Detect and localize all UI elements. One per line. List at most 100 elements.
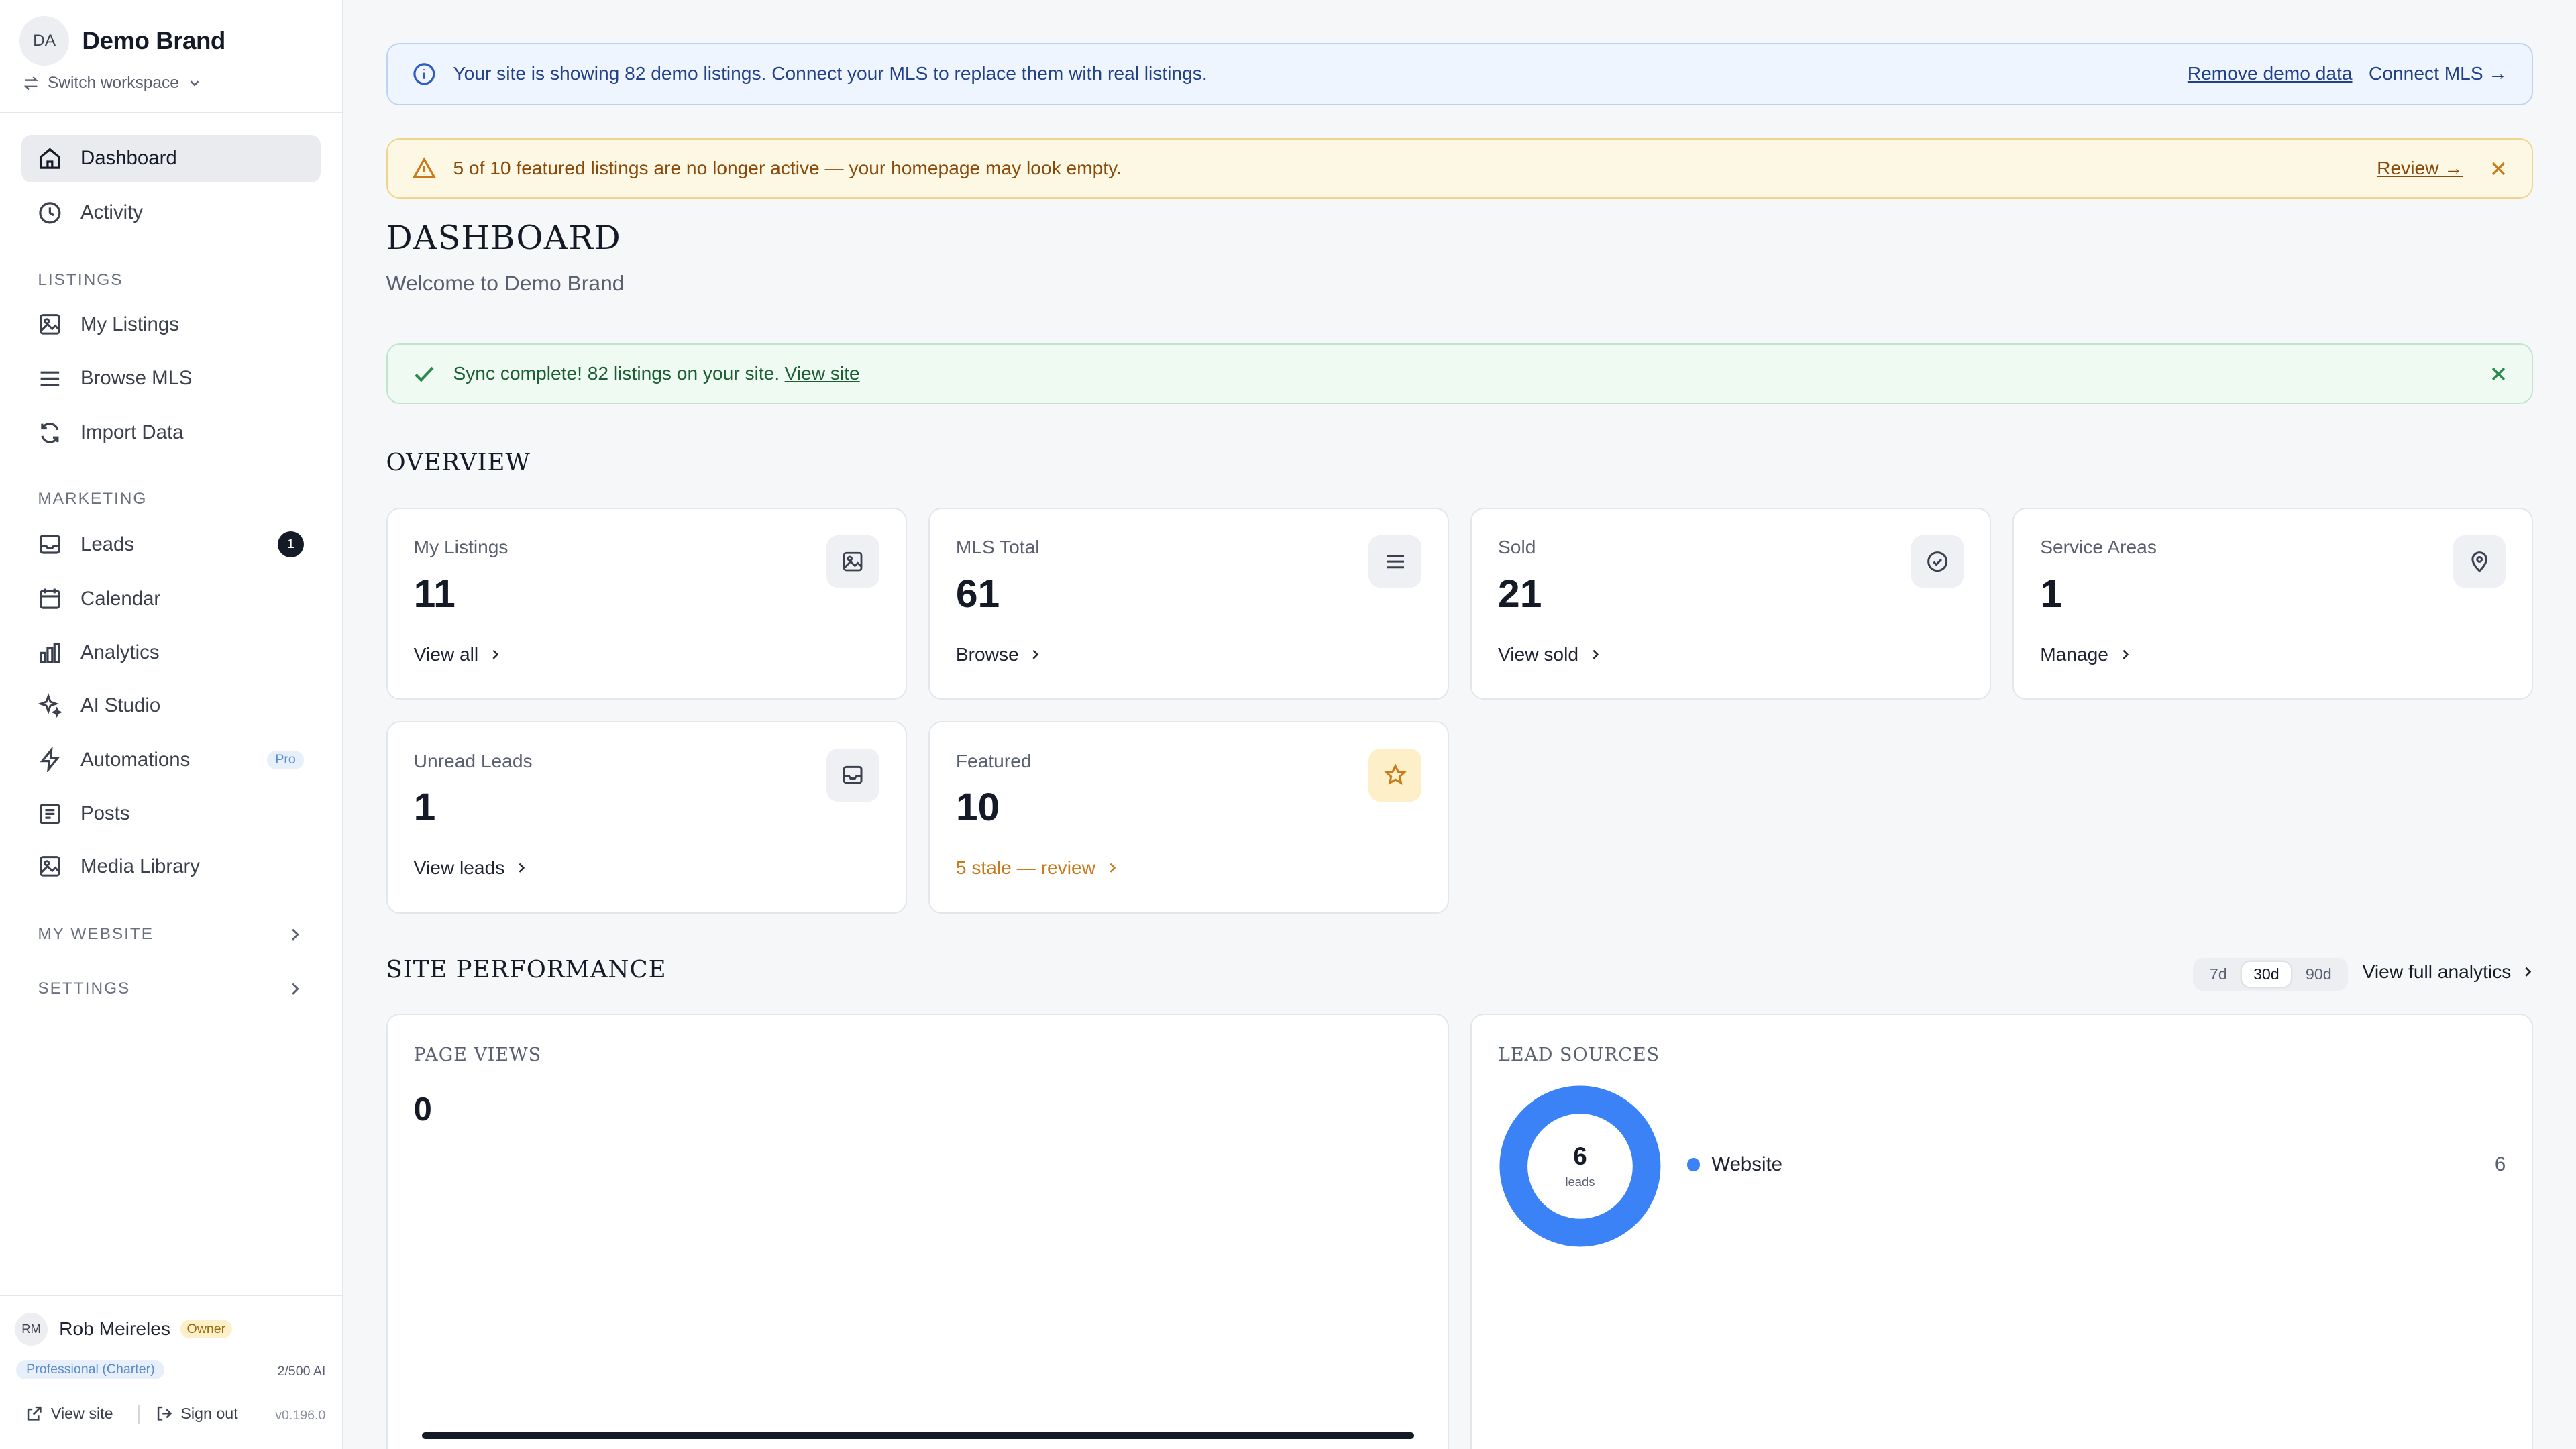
stale-review-link[interactable]: 5 stale — review <box>956 857 1118 879</box>
sign-out-label: Sign out <box>180 1404 238 1422</box>
remove-demo-data-link[interactable]: Remove demo data <box>2188 63 2353 85</box>
image-icon <box>40 314 60 335</box>
nav-section-label: MY WEBSITE <box>38 924 154 943</box>
chevron-right-icon <box>1032 649 1039 659</box>
nav-section-settings[interactable]: SETTINGS <box>38 979 307 998</box>
demo-data-banner: Your site is showing 82 demo listings. C… <box>386 42 2534 105</box>
sidebar-item-browse-mls[interactable]: Browse MLS <box>21 355 321 402</box>
workspace-name: Demo Brand <box>82 27 225 55</box>
user-profile[interactable]: RM Rob Meireles Owner <box>15 1312 232 1346</box>
chevron-right-icon[interactable] <box>286 926 303 943</box>
page-views-chart-line <box>421 1432 1415 1439</box>
plan-badge: Professional (Charter) <box>16 1360 165 1379</box>
footer-divider <box>138 1404 140 1425</box>
chevron-right-icon <box>2525 967 2532 977</box>
stat-card-sold: Sold 21 View sold <box>1470 507 1992 700</box>
view-all-link[interactable]: View all <box>414 644 502 665</box>
lead-sources-donut: 6 leads <box>1499 1085 1661 1247</box>
range-option-7d[interactable]: 7d <box>2198 962 2239 987</box>
view-site-link[interactable]: View site <box>785 363 860 384</box>
avatar: RM <box>15 1312 48 1346</box>
site-performance-heading: SITE PERFORMANCE <box>386 956 667 984</box>
app-version: v0.196.0 <box>275 1407 326 1423</box>
workspace-avatar: DA <box>19 16 69 66</box>
browse-link[interactable]: Browse <box>956 644 1042 665</box>
stat-card-unread-leads: Unread Leads 1 View leads <box>386 721 907 914</box>
panel-title: PAGE VIEWS <box>413 1044 542 1066</box>
chevron-right-icon <box>519 863 525 873</box>
sidebar-item-label: Dashboard <box>80 147 177 170</box>
view-leads-link[interactable]: View leads <box>414 857 528 879</box>
close-icon[interactable] <box>2489 365 2508 383</box>
sidebar-item-activity[interactable]: Activity <box>21 189 321 237</box>
review-link[interactable]: Review → <box>2377 158 2463 179</box>
sign-out-button[interactable]: Sign out <box>156 1405 238 1423</box>
stat-icon-box <box>2453 535 2506 588</box>
pro-badge: Pro <box>267 750 305 769</box>
sign-out-icon <box>157 1406 172 1421</box>
view-full-analytics-link[interactable]: View full analytics <box>2363 961 2534 983</box>
inbox-icon <box>843 766 863 784</box>
stat-value: 10 <box>955 786 1000 830</box>
switch-workspace-label: Switch workspace <box>48 74 179 93</box>
sidebar-item-calendar[interactable]: Calendar <box>21 575 321 623</box>
sidebar-item-analytics[interactable]: Analytics <box>21 629 321 677</box>
check-icon <box>415 366 434 382</box>
nav-section-listings: LISTINGS <box>38 271 123 290</box>
range-option-90d[interactable]: 90d <box>2294 962 2343 987</box>
sidebar-item-label: Calendar <box>80 587 161 610</box>
connect-mls-link[interactable]: Connect MLS → <box>2369 63 2508 85</box>
stale-featured-banner: 5 of 10 featured listings are no longer … <box>386 138 2534 199</box>
switch-workspace-button[interactable]: Switch workspace <box>23 74 202 93</box>
stat-label: Featured <box>955 750 1032 771</box>
close-icon[interactable] <box>2489 160 2508 178</box>
star-icon <box>1383 763 1407 786</box>
stat-value: 21 <box>1498 572 1542 616</box>
page-title: DASHBOARD <box>386 218 621 257</box>
home-icon <box>40 148 61 169</box>
image-icon <box>40 856 60 877</box>
view-site-link[interactable]: View site <box>26 1405 113 1423</box>
sidebar-item-leads[interactable]: Leads 1 <box>21 521 321 568</box>
stat-label: My Listings <box>413 537 508 558</box>
list-icon <box>1386 555 1404 569</box>
sidebar-item-media-library[interactable]: Media Library <box>21 843 321 890</box>
donut-total-label: leads <box>1566 1175 1595 1189</box>
sidebar-item-automations[interactable]: Automations Pro <box>21 736 321 784</box>
manage-link[interactable]: Manage <box>2040 644 2131 665</box>
stat-label: MLS Total <box>955 537 1040 558</box>
sidebar-item-posts[interactable]: Posts <box>21 790 321 838</box>
nav-section-my-website[interactable]: MY WEBSITE <box>38 925 307 944</box>
nav-section-label: SETTINGS <box>38 979 131 998</box>
range-option-30d[interactable]: 30d <box>2241 961 2291 987</box>
view-sold-link[interactable]: View sold <box>1498 644 1601 665</box>
sync-complete-banner: Sync complete! 82 listings on your site.… <box>386 343 2534 405</box>
banner-text: Sync complete! 82 listings on your site. <box>453 363 780 384</box>
sidebar: DA Demo Brand Switch workspace Dashboard… <box>0 0 343 1449</box>
nav-section-marketing: MARKETING <box>38 489 148 508</box>
clock-icon <box>39 202 61 224</box>
stat-link-label: Manage <box>2040 643 2108 665</box>
sidebar-item-import-data[interactable]: Import Data <box>21 409 321 457</box>
stat-icon-box <box>826 749 879 802</box>
list-icon <box>40 371 60 386</box>
sidebar-item-label: Automations <box>80 748 191 771</box>
sidebar-item-ai-studio[interactable]: AI Studio <box>21 682 321 729</box>
sidebar-item-my-listings[interactable]: My Listings <box>21 301 321 348</box>
stat-link-label: View sold <box>1498 643 1579 665</box>
sidebar-item-label: Analytics <box>80 641 160 664</box>
chevron-right-icon <box>1593 649 1599 659</box>
document-icon <box>40 804 61 824</box>
check-circle-icon <box>1927 551 1947 572</box>
page-subtitle: Welcome to Demo Brand <box>386 271 625 296</box>
page-views-value: 0 <box>413 1091 432 1128</box>
sidebar-item-label: Browse MLS <box>80 367 193 390</box>
legend-dot <box>1686 1158 1701 1171</box>
sidebar-item-dashboard[interactable]: Dashboard <box>21 134 321 182</box>
chevron-right-icon[interactable] <box>286 981 303 997</box>
workspace-brand[interactable]: DA Demo Brand <box>19 16 225 66</box>
chevron-down-icon <box>190 80 199 87</box>
chevron-right-icon <box>492 649 499 659</box>
info-icon <box>413 63 435 85</box>
warning-icon <box>412 156 437 178</box>
